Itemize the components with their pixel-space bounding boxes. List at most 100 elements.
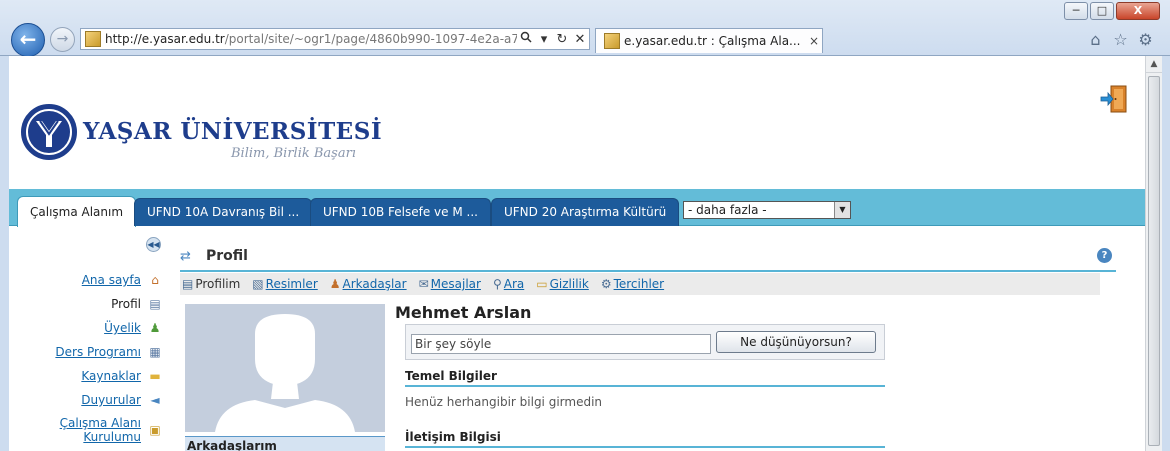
favorites-star-icon[interactable]: ☆ xyxy=(1108,30,1133,49)
home-icon[interactable]: ⌂ xyxy=(1083,30,1108,49)
chevron-down-icon[interactable]: ▼ xyxy=(834,202,850,218)
close-window-button[interactable]: X xyxy=(1116,2,1160,20)
contact-info-heading: İletişim Bilgisi xyxy=(405,430,885,448)
status-update-box: Bir şey söyle Ne düşünüyorsun? xyxy=(405,324,885,360)
university-tagline: Bilim, Birlik Başarı xyxy=(231,146,356,161)
page-viewport: YAŞAR ÜNİVERSİTESİ Bilim, Birlik Başarı … xyxy=(9,56,1145,451)
toolbar-item-privacy[interactable]: ▭ Gizlilik xyxy=(536,277,589,291)
site-tabs-bar: Çalışma Alanım UFND 10A Davranış Bil ...… xyxy=(9,189,1145,227)
page-title: Profil xyxy=(206,248,248,264)
gear-icon: ⚙ xyxy=(600,277,612,291)
stop-icon[interactable]: ✕ xyxy=(571,32,589,47)
pictures-icon: ▧ xyxy=(252,277,264,291)
university-name: YAŞAR ÜNİVERSİTESİ xyxy=(83,118,383,145)
university-emblem-icon xyxy=(21,104,77,160)
collapse-nav-button[interactable]: ◀◀ xyxy=(146,237,161,252)
scroll-up-arrow-icon[interactable]: ▲ xyxy=(1146,56,1162,73)
home-icon: ⌂ xyxy=(151,273,159,287)
toolbar-item-label[interactable]: Gizlilik xyxy=(550,277,589,291)
toolbar-item-preferences[interactable]: ⚙ Tercihler xyxy=(601,277,664,291)
status-submit-button[interactable]: Ne düşünüyorsun? xyxy=(716,331,876,353)
window-frame-right xyxy=(1162,56,1170,451)
window-controls: ─ □ X xyxy=(1062,2,1160,20)
nav-item-announcements[interactable]: Duyurular ◄ xyxy=(39,388,163,412)
browser-tab[interactable]: e.yasar.edu.tr : Çalışma Ala... × xyxy=(595,28,823,53)
nav-item-label[interactable]: Kaynaklar xyxy=(81,369,141,383)
tab-favicon-icon xyxy=(604,33,620,49)
status-input[interactable]: Bir şey söyle xyxy=(411,334,711,354)
toolbar-item-label[interactable]: Resimler xyxy=(266,277,318,291)
toolbar-item-label[interactable]: Arkadaşlar xyxy=(343,277,407,291)
browser-toolbar-icons: ⌂ ☆ ⚙ xyxy=(1083,30,1158,49)
tools-gear-icon[interactable]: ⚙ xyxy=(1133,30,1158,49)
vertical-scrollbar[interactable]: ▲ xyxy=(1145,56,1162,451)
more-sites-selected: - daha fazla - xyxy=(688,203,767,217)
message-icon: ✉ xyxy=(418,277,429,291)
url-host: http://e.yasar.edu.tr xyxy=(105,32,225,46)
minimize-button[interactable]: ─ xyxy=(1064,2,1088,20)
friends-heading: Arkadaşlarım xyxy=(185,436,385,451)
profile-avatar[interactable] xyxy=(185,304,385,432)
address-bar[interactable]: http://e.yasar.edu.tr/portal/site/~ogr1/… xyxy=(80,28,590,50)
nav-item-label[interactable]: Çalışma Alanı Kurulumu xyxy=(51,416,141,444)
tab-close-button[interactable]: × xyxy=(806,34,822,48)
nav-item-home[interactable]: Ana sayfa ⌂ xyxy=(39,268,163,292)
profile-name: Mehmet Arslan xyxy=(395,303,532,322)
logout-door-icon[interactable] xyxy=(1099,84,1129,114)
maximize-button[interactable]: □ xyxy=(1090,2,1114,20)
scroll-thumb[interactable] xyxy=(1148,76,1160,446)
nav-item-label[interactable]: Duyurular xyxy=(81,393,141,407)
dropdown-arrow-icon[interactable]: ▾ xyxy=(535,32,553,47)
tab-title: e.yasar.edu.tr : Çalışma Ala... xyxy=(624,34,801,48)
profile-card-icon: ▤ xyxy=(182,277,194,291)
refresh-icon[interactable]: ⇄ xyxy=(180,249,191,264)
nav-item-label[interactable]: Ders Programı xyxy=(55,345,141,359)
url-path: /portal/site/~ogr1/page/4860b990-1097-4e… xyxy=(224,32,517,46)
folder-icon: ▬ xyxy=(149,369,161,383)
toolbar-item-label[interactable]: Ara xyxy=(504,277,525,291)
browser-chrome: ─ □ X ← → http://e.yasar.edu.tr/portal/s… xyxy=(0,0,1170,57)
site-tab-ufnd-20[interactable]: UFND 20 Araştırma Kültürü xyxy=(491,198,680,226)
toolbar-item-label[interactable]: Tercihler xyxy=(614,277,665,291)
nav-item-label[interactable]: Üyelik xyxy=(104,321,141,335)
site-tab-ufnd-10a[interactable]: UFND 10A Davranış Bil ... xyxy=(134,198,313,226)
toolbar-item-pictures[interactable]: ▧ Resimler xyxy=(252,277,317,291)
site-tab-workspace[interactable]: Çalışma Alanım xyxy=(17,196,137,227)
calendar-icon: ▦ xyxy=(149,345,161,359)
megaphone-icon: ◄ xyxy=(150,393,160,407)
site-tab-ufnd-10b[interactable]: UFND 10B Felsefe ve M ... xyxy=(310,198,491,226)
nav-item-site-setup[interactable]: Çalışma Alanı Kurulumu ▣ xyxy=(39,412,163,448)
profile-card-icon: ▤ xyxy=(149,297,161,311)
back-button[interactable]: ← xyxy=(11,23,45,57)
toolbar-item-my-profile: ▤ Profilim xyxy=(182,277,240,291)
tool-menu: Ana sayfa ⌂ Profil ▤ Üyelik ♟ Ders Progr… xyxy=(39,268,163,448)
window-frame-left xyxy=(0,56,9,451)
toolbar-item-label: Profilim xyxy=(195,277,241,291)
basic-info-text: Henüz herhangibir bilgi girmedin xyxy=(405,395,603,409)
toolbar-item-friends[interactable]: ♟ Arkadaşlar xyxy=(330,277,407,291)
lock-icon: ▭ xyxy=(536,277,548,291)
nav-item-profile[interactable]: Profil ▤ xyxy=(39,292,163,316)
site-favicon-icon xyxy=(85,31,101,47)
members-icon: ♟ xyxy=(149,321,161,335)
forward-button[interactable]: → xyxy=(50,27,75,52)
university-logo[interactable]: YAŞAR ÜNİVERSİTESİ Bilim, Birlik Başarı xyxy=(21,104,441,174)
more-sites-select[interactable]: - daha fazla - ▼ xyxy=(683,201,851,219)
search-icon[interactable] xyxy=(517,31,535,47)
nav-item-label[interactable]: Ana sayfa xyxy=(82,273,141,287)
nav-item-schedule[interactable]: Ders Programı ▦ xyxy=(39,340,163,364)
portlet-title-bar: ⇄ Profil ? xyxy=(180,245,1116,272)
nav-item-membership[interactable]: Üyelik ♟ xyxy=(39,316,163,340)
help-icon[interactable]: ? xyxy=(1097,248,1112,263)
url-text[interactable]: http://e.yasar.edu.tr/portal/site/~ogr1/… xyxy=(105,32,517,46)
nav-item-resources[interactable]: Kaynaklar ▬ xyxy=(39,364,163,388)
nav-item-label: Profil xyxy=(111,297,141,311)
basic-info-heading: Temel Bilgiler xyxy=(405,369,885,387)
toolbar-item-search[interactable]: ⚲ Ara xyxy=(493,277,524,291)
toolbar-item-label[interactable]: Mesajlar xyxy=(431,277,481,291)
search-icon: ⚲ xyxy=(492,277,502,291)
settings-icon: ▣ xyxy=(149,423,161,437)
toolbar-item-messages[interactable]: ✉ Mesajlar xyxy=(419,277,481,291)
friends-icon: ♟ xyxy=(329,277,341,291)
refresh-icon[interactable]: ↻ xyxy=(553,32,571,47)
